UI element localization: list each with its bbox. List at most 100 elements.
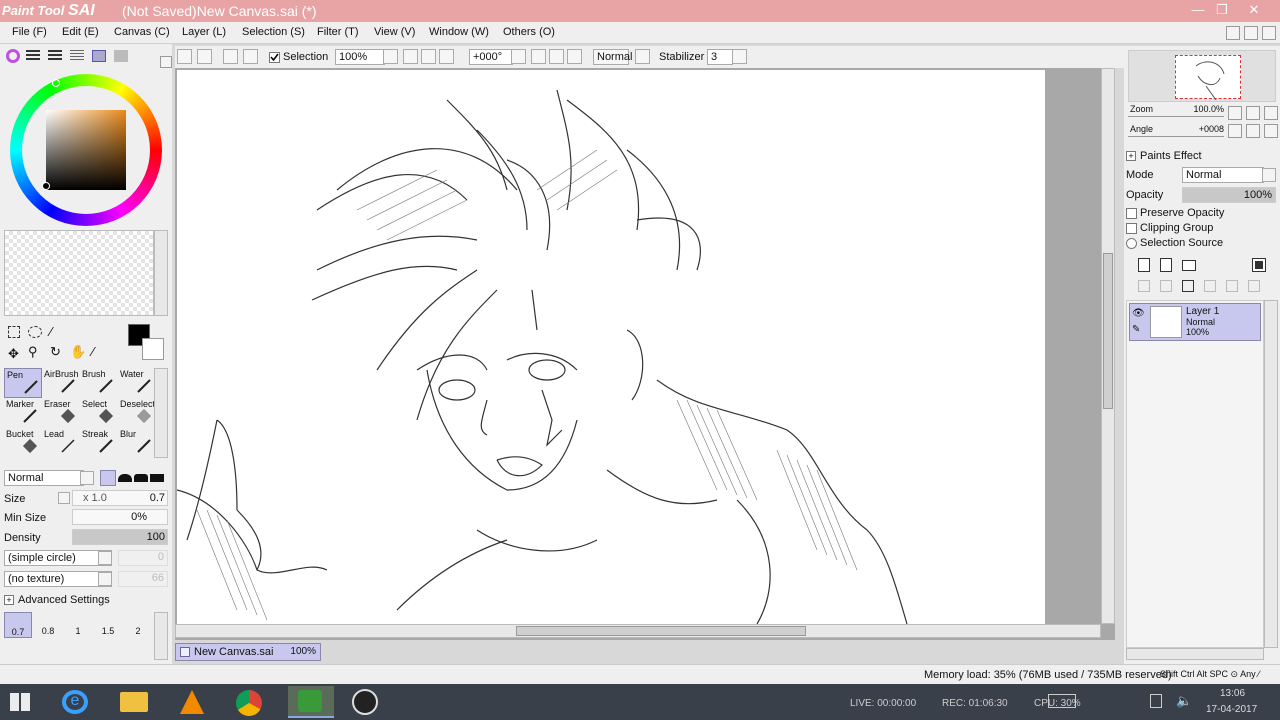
- rotate-tool-icon[interactable]: ↻: [50, 344, 61, 360]
- size-preset-2[interactable]: 0.8: [34, 612, 62, 638]
- visibility-eye-icon[interactable]: 👁: [1132, 308, 1145, 319]
- delete-layer-icon[interactable]: [1204, 280, 1216, 292]
- network-icon[interactable]: [1150, 694, 1162, 708]
- nav-rotate-right-button[interactable]: [1246, 124, 1260, 138]
- tool-pen[interactable]: Pen: [4, 368, 42, 398]
- size-preset-3[interactable]: 1: [64, 612, 92, 638]
- secondary-color-swatch[interactable]: [142, 338, 164, 360]
- scratchpad[interactable]: [4, 230, 154, 316]
- layer-mode-dropdown[interactable]: [1262, 168, 1276, 182]
- edge-soft-button[interactable]: [134, 474, 148, 482]
- hand-tool-icon[interactable]: ✋: [70, 344, 86, 360]
- zoom-reset-button[interactable]: [439, 49, 454, 64]
- layer-row[interactable]: 👁 ✎ Layer 1 Normal 100%: [1129, 303, 1261, 341]
- tool-eraser[interactable]: Eraser: [42, 398, 80, 428]
- horizontal-scroll-thumb[interactable]: [516, 626, 806, 636]
- volume-icon[interactable]: 🔈: [1176, 693, 1192, 709]
- canvas-vertical-scrollbar[interactable]: [1101, 68, 1115, 624]
- menu-window[interactable]: Window (W): [429, 26, 489, 38]
- toolbar-button-1[interactable]: [177, 49, 192, 64]
- canvas-tab[interactable]: New Canvas.sai 100%: [175, 643, 321, 661]
- layer-list-scrollbar[interactable]: [1264, 300, 1278, 648]
- lasso-icon[interactable]: [28, 326, 42, 338]
- new-layer-icon[interactable]: [1138, 258, 1150, 272]
- rect-select-icon[interactable]: [8, 326, 20, 338]
- zoom-field[interactable]: 100%: [335, 49, 385, 65]
- nav-angle-slider[interactable]: +0008: [1128, 124, 1224, 140]
- nav-zoom-in-button[interactable]: [1246, 106, 1260, 120]
- nav-zoom-slider[interactable]: 100.0%: [1128, 104, 1224, 120]
- tool-water[interactable]: Water: [118, 368, 156, 398]
- flip-mode-field[interactable]: Normal: [593, 49, 632, 65]
- canvas-area[interactable]: [175, 68, 1115, 640]
- close-button[interactable]: ✕: [1232, 0, 1276, 22]
- tool-deselect[interactable]: Deselect: [118, 398, 156, 428]
- preserve-opacity-checkbox[interactable]: [1126, 208, 1137, 219]
- zoom-out-button[interactable]: [403, 49, 418, 64]
- lock-pen-icon[interactable]: ✎: [1132, 324, 1140, 335]
- merge-down-icon[interactable]: [1160, 280, 1172, 292]
- edge-flat-button[interactable]: [150, 474, 164, 482]
- size-preset-1[interactable]: 0.7: [4, 612, 32, 638]
- nav-zoom-out-button[interactable]: [1228, 106, 1242, 120]
- vertical-scroll-thumb[interactable]: [1103, 253, 1113, 409]
- toolbar-button-3[interactable]: [223, 49, 238, 64]
- clock-date[interactable]: 17-04-2017: [1206, 704, 1257, 715]
- zoom-tool-icon[interactable]: ⚲: [28, 344, 38, 360]
- menu-selection[interactable]: Selection (S): [242, 26, 305, 38]
- brush-texture-select[interactable]: (no texture): [4, 571, 112, 587]
- color-wheel[interactable]: [10, 74, 162, 226]
- navigator-preview[interactable]: [1128, 50, 1276, 102]
- brush-texture-value[interactable]: 66: [118, 571, 168, 587]
- tool-airbrush[interactable]: AirBrush: [42, 368, 80, 398]
- tool-streak[interactable]: Streak: [80, 428, 118, 458]
- vlc-icon[interactable]: [180, 690, 204, 714]
- brush-mode-dropdown[interactable]: [80, 471, 94, 485]
- menu-view[interactable]: View (V): [374, 26, 415, 38]
- brush-shape-select[interactable]: (simple circle): [4, 550, 112, 566]
- chrome-icon[interactable]: [236, 690, 262, 716]
- internet-explorer-icon[interactable]: e: [62, 690, 88, 714]
- paints-effect-toggle[interactable]: + Paints Effect: [1126, 150, 1276, 164]
- clipping-group-checkbox[interactable]: [1126, 223, 1137, 234]
- rgb-slider-tab-icon[interactable]: [26, 50, 40, 62]
- edge-hard-button[interactable]: [100, 470, 116, 486]
- toolbar-button-4[interactable]: [243, 49, 258, 64]
- clear-layer-icon[interactable]: [1182, 280, 1194, 292]
- edge-medium-button[interactable]: [118, 474, 132, 482]
- density-slider[interactable]: 100: [72, 529, 168, 545]
- tool-select[interactable]: Select: [80, 398, 118, 428]
- keyboard-icon[interactable]: [1048, 694, 1076, 708]
- tool-marker[interactable]: Marker: [4, 398, 42, 428]
- doc-close-button[interactable]: [1262, 26, 1276, 40]
- size-presets-scrollbar[interactable]: [154, 612, 168, 660]
- tool-bucket[interactable]: Bucket: [4, 428, 42, 458]
- mixer-tab-icon[interactable]: [114, 50, 128, 62]
- stabilizer-dropdown[interactable]: [732, 49, 747, 64]
- transfer-down-icon[interactable]: [1138, 280, 1150, 292]
- size-slider[interactable]: x 1.0 0.7: [72, 490, 168, 506]
- navigator-viewport[interactable]: [1175, 55, 1241, 101]
- move-icon[interactable]: ✥: [8, 346, 19, 362]
- size-preset-5[interactable]: 2: [124, 612, 152, 638]
- rotate-reset-button[interactable]: [567, 49, 582, 64]
- flatten-icon[interactable]: [1248, 280, 1260, 292]
- zoom-in-button[interactable]: [421, 49, 436, 64]
- painttool-sai-taskbar-icon[interactable]: [288, 686, 334, 718]
- layer-list-hscrollbar[interactable]: [1126, 648, 1264, 660]
- magic-wand-icon[interactable]: ⁄: [50, 324, 52, 339]
- tool-blur[interactable]: Blur: [118, 428, 156, 458]
- size-multiplier-dropdown[interactable]: [58, 492, 70, 504]
- menu-filter[interactable]: Filter (T): [317, 26, 359, 38]
- rotate-right-button[interactable]: [549, 49, 564, 64]
- doc-restore-button[interactable]: [1244, 26, 1258, 40]
- angle-field[interactable]: +000°: [469, 49, 513, 65]
- tool-lead[interactable]: Lead: [42, 428, 80, 458]
- obs-icon[interactable]: [352, 689, 378, 715]
- clock-time[interactable]: 13:06: [1220, 688, 1245, 699]
- brush-texture-dropdown[interactable]: [98, 572, 112, 586]
- swatches-tab-icon[interactable]: [70, 50, 84, 62]
- menu-layer[interactable]: Layer (L): [182, 26, 226, 38]
- layer-mode-select[interactable]: Normal: [1182, 167, 1264, 183]
- flip-button[interactable]: [635, 49, 650, 64]
